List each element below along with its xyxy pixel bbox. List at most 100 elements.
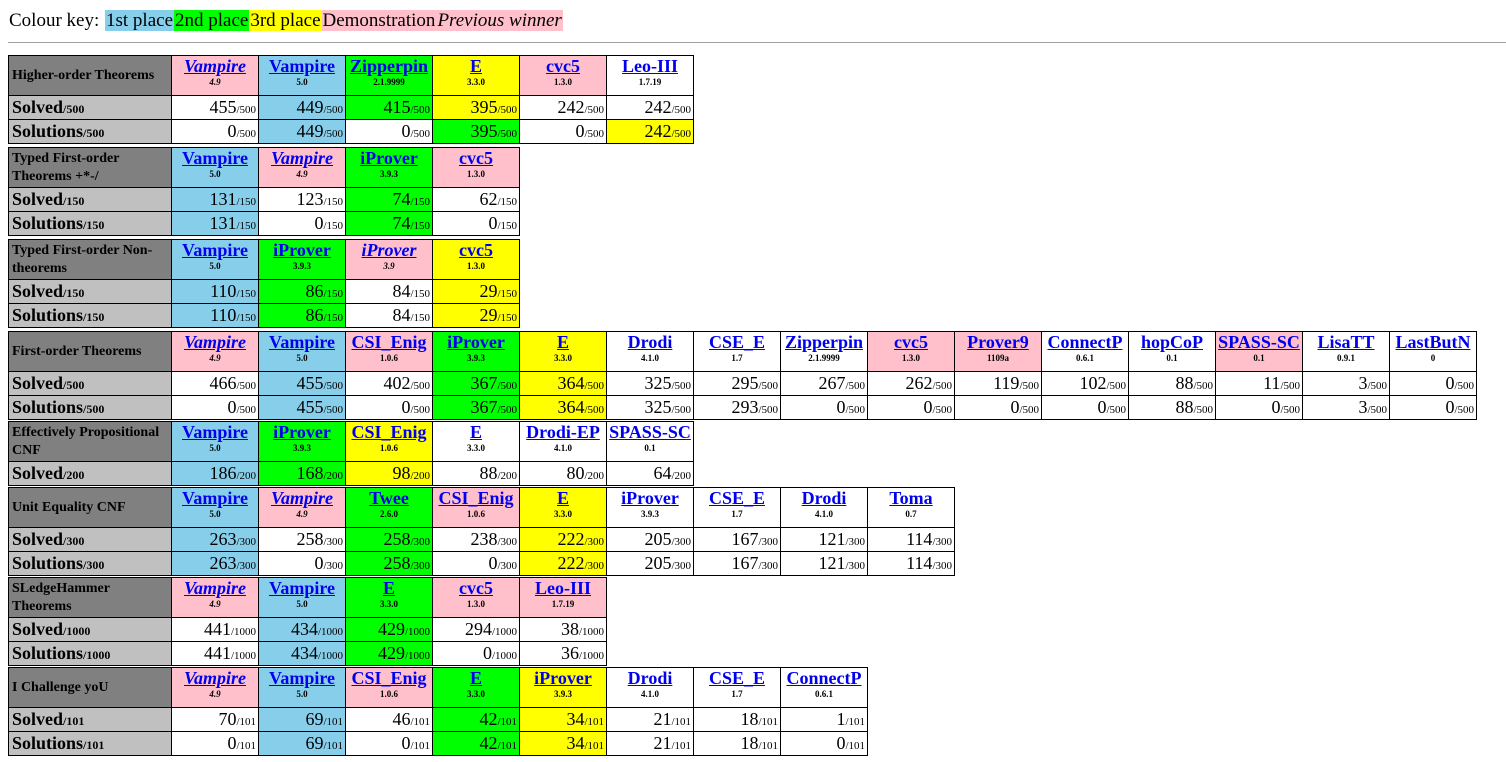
prover-link-hopcop[interactable]: hopCoP: [1130, 333, 1215, 354]
prover-version: 4.1.0: [641, 689, 659, 699]
prover-link-vampire[interactable]: Vampire: [173, 489, 258, 510]
prover-link-vampire[interactable]: Vampire: [173, 579, 258, 600]
prover-link-vampire[interactable]: Vampire: [260, 149, 345, 170]
prover-version: 1.7.19: [551, 599, 575, 609]
prover-link-csi-enig[interactable]: CSI_Enig: [347, 333, 432, 354]
prover-link-drodi[interactable]: Drodi: [782, 489, 867, 510]
prover-link-prover9[interactable]: Prover9: [956, 333, 1041, 354]
prover-link-iprover[interactable]: iProver: [260, 241, 345, 262]
prover-link-toma[interactable]: Toma: [869, 489, 954, 510]
prover-link-csi-enig[interactable]: CSI_Enig: [347, 423, 432, 444]
prover-link-cvc5[interactable]: cvc5: [434, 579, 519, 600]
prover-link-cse-e[interactable]: CSE_E: [695, 489, 780, 510]
prover-link-lastbutn[interactable]: LastButN: [1391, 333, 1476, 354]
prover-link-e[interactable]: E: [434, 57, 519, 78]
prover-link-vampire[interactable]: Vampire: [173, 423, 258, 444]
prover-version: 0.7: [905, 509, 917, 519]
prover-link-csi-enig[interactable]: CSI_Enig: [347, 669, 432, 690]
prover-version: 1.3.0: [467, 261, 485, 271]
prover-version: 5.0: [296, 353, 308, 363]
prover-link-twee[interactable]: Twee: [347, 489, 432, 510]
prover-version: 0.1: [1253, 353, 1265, 363]
prover-link-iprover[interactable]: iProver: [347, 149, 432, 170]
prover-link-cvc5[interactable]: cvc5: [434, 149, 519, 170]
result-cell: 88/200: [432, 461, 520, 486]
prover-version: 1.7.19: [638, 77, 662, 87]
prover-version: 4.1.0: [815, 509, 833, 519]
prover-link-iprover[interactable]: iProver: [347, 241, 432, 262]
prover-link-e[interactable]: E: [434, 669, 519, 690]
prover-link-e[interactable]: E: [434, 423, 519, 444]
results-row-solved: Solved/101 70/101 69/101 46/101 42/101 34/101…: [8, 707, 868, 732]
prover-link-cvc5[interactable]: cvc5: [434, 241, 519, 262]
prover-link-vampire[interactable]: Vampire: [173, 669, 258, 690]
prover-link-leo-iii[interactable]: Leo-III: [608, 57, 693, 78]
prover-link-e[interactable]: E: [521, 489, 606, 510]
prover-link-iprover[interactable]: iProver: [608, 489, 693, 510]
result-cell: 263/300: [171, 527, 259, 552]
prover-version: 4.9: [209, 599, 221, 609]
prover-link-vampire[interactable]: Vampire: [260, 489, 345, 510]
result-cell: 80/200: [519, 461, 607, 486]
prover-link-vampire[interactable]: Vampire: [173, 241, 258, 262]
prover-link-e[interactable]: E: [521, 333, 606, 354]
result-cell: 258/300: [345, 527, 433, 552]
prover-link-drodi[interactable]: Drodi: [608, 669, 693, 690]
result-cell: 242/500: [606, 95, 694, 120]
prover-version: 3.9.3: [554, 689, 572, 699]
prover-link-zipperpin[interactable]: Zipperpin: [782, 333, 867, 354]
prover-link-zipperpin[interactable]: Zipperpin: [347, 57, 432, 78]
prover-header: E 3.3.0: [345, 577, 433, 618]
prover-link-vampire[interactable]: Vampire: [260, 333, 345, 354]
prover-header: Leo-III 1.7.19: [606, 55, 694, 96]
division-name: Higher-order Theorems: [8, 55, 172, 96]
prover-link-csi-enig[interactable]: CSI_Enig: [434, 489, 519, 510]
result-cell: 0/101: [171, 731, 259, 756]
result-cell: 69/101: [258, 731, 346, 756]
row-label: Solved/200: [8, 461, 172, 486]
result-cell: 74/150: [345, 187, 433, 212]
result-cell: 70/101: [171, 707, 259, 732]
prover-link-lisatt[interactable]: LisaTT: [1304, 333, 1389, 354]
prover-link-drodi-ep[interactable]: Drodi-EP: [521, 423, 606, 444]
prover-link-iprover[interactable]: iProver: [434, 333, 519, 354]
result-cell: 86/150: [258, 279, 346, 304]
prover-link-drodi[interactable]: Drodi: [608, 333, 693, 354]
prover-link-e[interactable]: E: [347, 579, 432, 600]
division-name: I Challenge yoU: [8, 667, 172, 708]
prover-link-leo-iii[interactable]: Leo-III: [521, 579, 606, 600]
prover-link-cvc5[interactable]: cvc5: [869, 333, 954, 354]
result-cell: 295/500: [693, 371, 781, 396]
result-cell: 3/500: [1302, 371, 1390, 396]
prover-link-cse-e[interactable]: CSE_E: [695, 333, 780, 354]
prover-link-vampire[interactable]: Vampire: [173, 333, 258, 354]
result-cell: 69/101: [258, 707, 346, 732]
prover-link-iprover[interactable]: iProver: [521, 669, 606, 690]
prover-link-cse-e[interactable]: CSE_E: [695, 669, 780, 690]
prover-version: 1.3.0: [554, 77, 572, 87]
prover-header: Vampire 5.0: [171, 421, 259, 462]
prover-link-vampire[interactable]: Vampire: [260, 669, 345, 690]
prover-link-iprover[interactable]: iProver: [260, 423, 345, 444]
division-table-higher-order-theorems: Higher-order Theorems Vampire 4.9 Vampire 5.…: [8, 55, 694, 144]
prover-header: E 3.3.0: [432, 667, 520, 708]
prover-link-vampire[interactable]: Vampire: [173, 149, 258, 170]
prover-version: 0: [1430, 353, 1436, 363]
result-cell: 42/101: [432, 707, 520, 732]
prover-version: 3.3.0: [554, 509, 572, 519]
prover-link-vampire[interactable]: Vampire: [173, 57, 258, 78]
result-cell: 222/300: [519, 551, 607, 576]
prover-header: Vampire 4.9: [171, 667, 259, 708]
prover-link-vampire[interactable]: Vampire: [260, 57, 345, 78]
prover-link-connectp[interactable]: ConnectP: [1043, 333, 1128, 354]
prover-link-vampire[interactable]: Vampire: [260, 579, 345, 600]
prover-link-spass-sc[interactable]: SPASS-SC: [608, 423, 693, 444]
prover-link-connectp[interactable]: ConnectP: [782, 669, 867, 690]
division-name: SLedgeHammer Theorems: [8, 577, 172, 618]
prover-link-cvc5[interactable]: cvc5: [521, 57, 606, 78]
prover-header: Vampire 5.0: [171, 487, 259, 528]
prover-link-spass-sc[interactable]: SPASS-SC: [1217, 333, 1302, 354]
results-row-solved: Solved/300 263/300 258/300 258/300 238/300 22…: [8, 527, 955, 552]
prover-header: Vampire 4.9: [171, 577, 259, 618]
result-cell: 0/500: [171, 119, 259, 144]
